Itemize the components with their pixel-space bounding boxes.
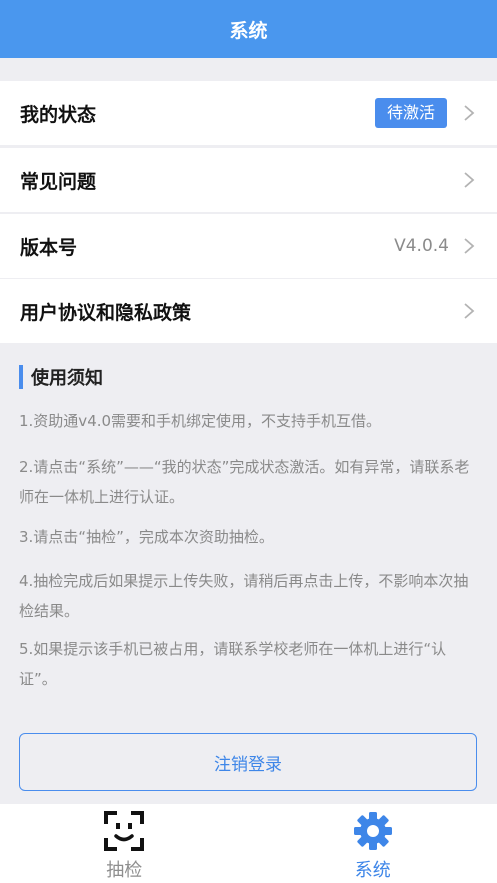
- notice-item: 1.资助通v4.0需要和手机绑定使用，不支持手机互借。: [19, 412, 382, 430]
- accent-bar: [19, 365, 23, 389]
- menu-item-version[interactable]: 版本号 V4.0.4: [0, 214, 497, 278]
- menu-item-label: 用户协议和隐私政策: [20, 301, 192, 324]
- face-scan-icon: [104, 811, 145, 851]
- menu-item-my-status[interactable]: 我的状态 待激活: [0, 81, 497, 145]
- menu-item-label: 常见问题: [20, 170, 97, 193]
- chevron-right-icon: [464, 105, 475, 121]
- tab-system[interactable]: 系统: [249, 804, 497, 883]
- tab-bar: 抽检 系统: [0, 804, 497, 883]
- app-header: 系统: [0, 0, 497, 58]
- tab-label: 抽检: [106, 860, 143, 881]
- gear-icon: [353, 812, 392, 850]
- notice-item: 2.请点击“系统”——“我的状态”完成状态激活。如有异常，请联系老师在一体机上进…: [19, 458, 470, 506]
- notice-item: 5.如果提示该手机已被占用，请联系学校老师在一体机上进行“认证”。: [19, 640, 447, 688]
- chevron-right-icon: [464, 303, 475, 319]
- chevron-right-icon: [464, 172, 475, 188]
- menu-item-label: 我的状态: [20, 103, 97, 126]
- notice-title: 使用须知: [31, 368, 103, 389]
- status-badge: 待激活: [374, 98, 447, 128]
- chevron-right-icon: [464, 238, 475, 254]
- logout-button[interactable]: 注销登录: [19, 733, 477, 791]
- tab-inspection[interactable]: 抽检: [0, 804, 249, 883]
- notice-header: 使用须知: [19, 364, 103, 390]
- page-title: 系统: [229, 19, 268, 42]
- tab-label: 系统: [354, 860, 391, 881]
- notice-item: 3.请点击“抽检”，完成本次资助抽检。: [19, 528, 274, 546]
- menu-item-faq[interactable]: 常见问题: [0, 148, 497, 212]
- menu-item-label: 版本号: [20, 236, 78, 259]
- notice-item: 4.抽检完成后如果提示上传失败，请稍后再点击上传，不影响本次抽检结果。: [19, 572, 469, 620]
- menu-item-privacy-policy[interactable]: 用户协议和隐私政策: [0, 279, 497, 343]
- version-value: V4.0.4: [394, 236, 449, 256]
